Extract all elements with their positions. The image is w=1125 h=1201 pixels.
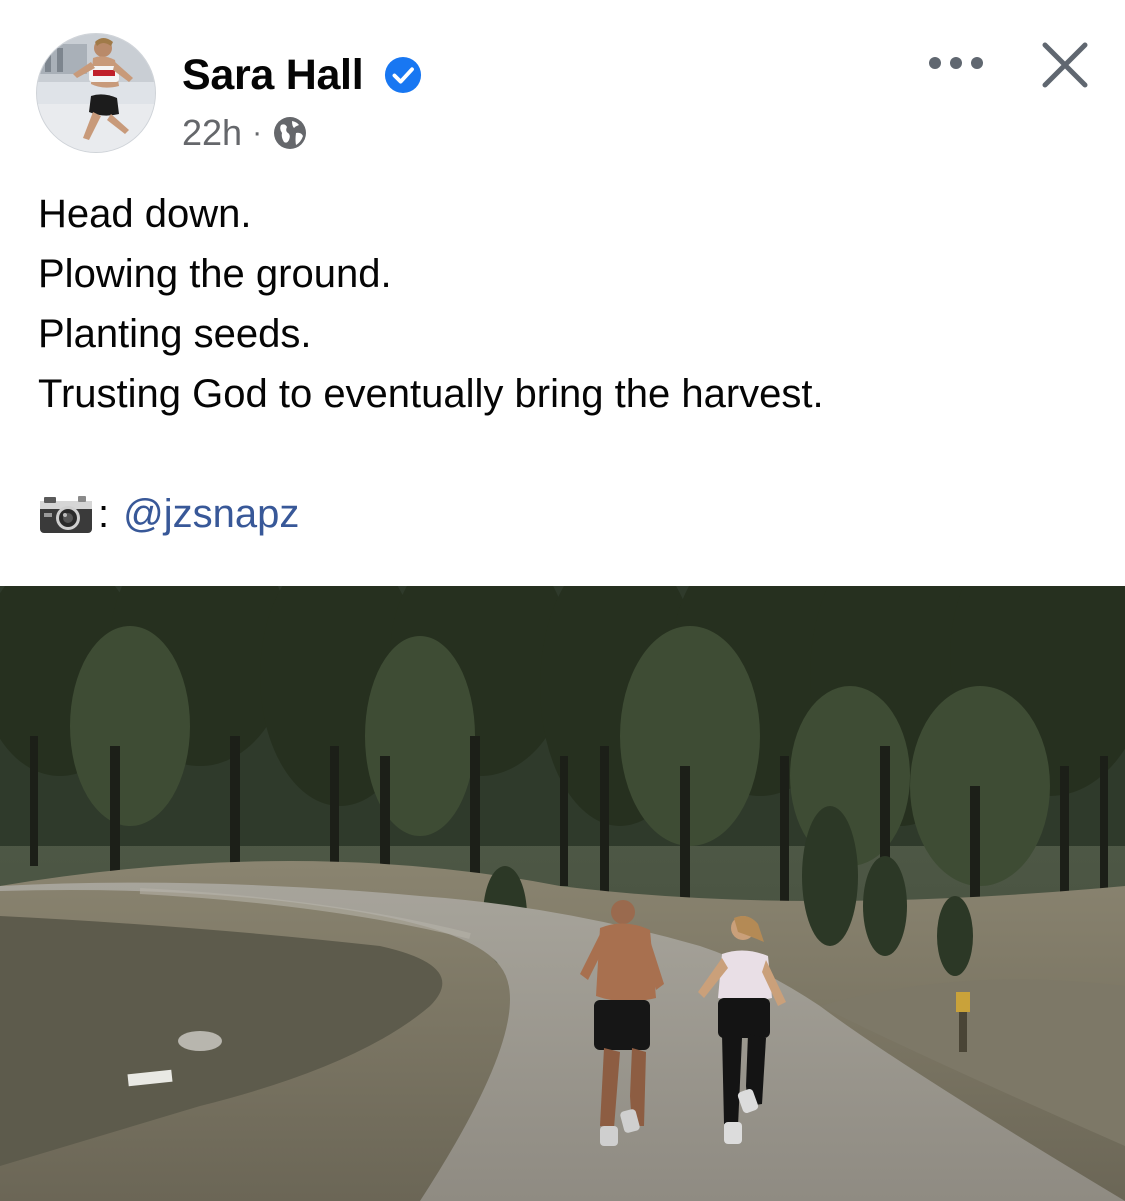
photo-image	[0, 586, 1125, 1201]
more-horizontal-icon	[929, 57, 983, 69]
post-header: Sara Hall 22h ·	[0, 0, 1125, 170]
post-line: Plowing the ground.	[38, 252, 392, 296]
photo-credit: : @jzsnapz	[38, 484, 1088, 544]
post-timestamp[interactable]: 22h	[182, 112, 242, 154]
globe-icon	[274, 117, 307, 149]
credit-separator: :	[98, 492, 110, 536]
post-photo[interactable]	[0, 586, 1125, 1201]
meta-separator: ·	[252, 116, 263, 149]
avatar[interactable]	[36, 33, 156, 153]
avatar-image	[37, 34, 155, 152]
post-meta: 22h ·	[182, 110, 308, 156]
post-line: Head down.	[38, 192, 252, 236]
more-options-button[interactable]	[924, 40, 988, 86]
close-icon	[1042, 42, 1088, 88]
post-line: Trusting God to eventually bring the har…	[38, 372, 824, 416]
post-body: Head down. Plowing the ground. Planting …	[38, 184, 1088, 544]
mention-link[interactable]: @jzsnapz	[123, 484, 299, 544]
camera-icon	[40, 496, 92, 533]
close-button[interactable]	[1030, 30, 1100, 100]
post-line: Planting seeds.	[38, 312, 312, 356]
verified-badge-icon	[384, 56, 422, 94]
author-name[interactable]: Sara Hall	[182, 50, 364, 100]
